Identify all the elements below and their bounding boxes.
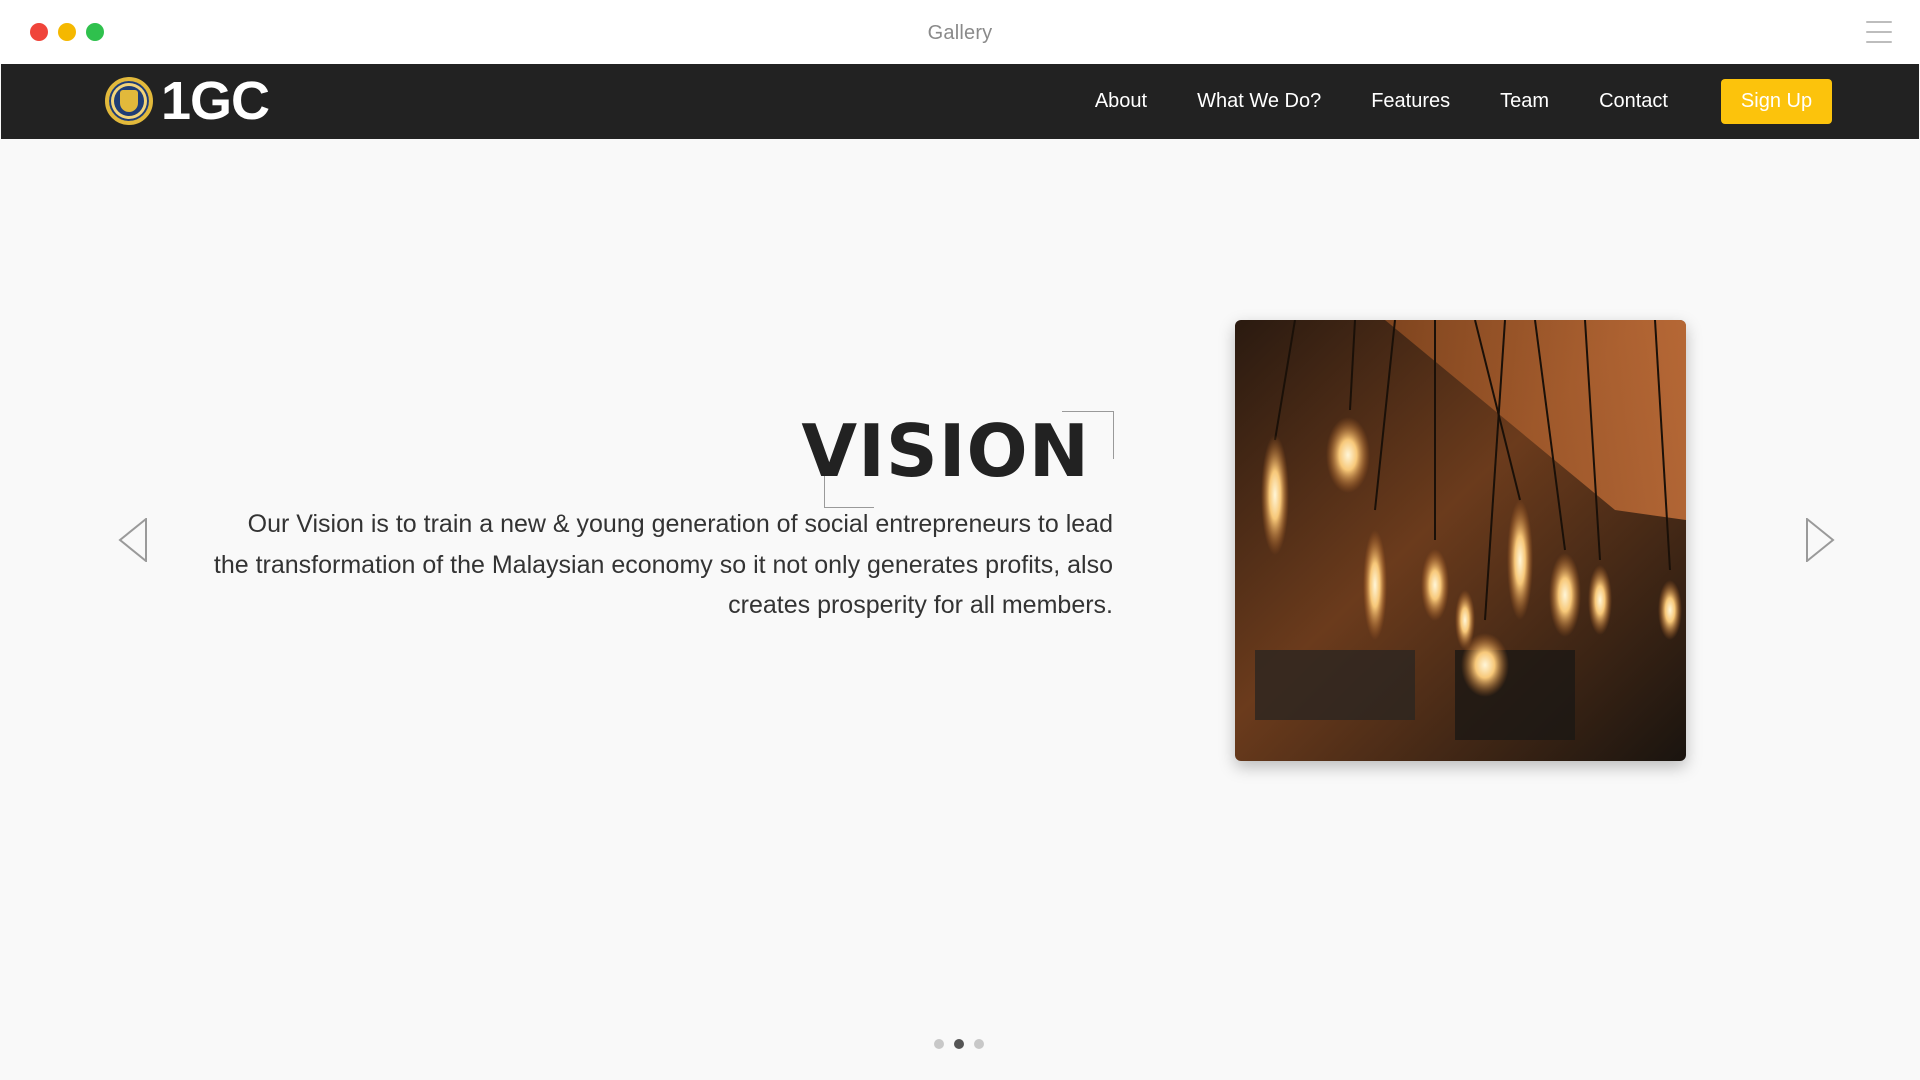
slide-title: VISION bbox=[801, 409, 1090, 493]
nav-contact-link[interactable]: Contact bbox=[1599, 90, 1668, 113]
brand-name: 1GC bbox=[161, 71, 270, 131]
nav-features-link[interactable]: Features bbox=[1371, 90, 1450, 113]
triangle-right-icon bbox=[1806, 516, 1835, 564]
hanging-bulbs-image bbox=[1235, 320, 1686, 761]
hanging-bulbs-photo bbox=[1235, 320, 1686, 761]
sign-up-button[interactable]: Sign Up bbox=[1721, 79, 1832, 124]
pagination-dot-2[interactable] bbox=[954, 1039, 964, 1049]
window-title: Gallery bbox=[927, 22, 993, 44]
slide-description: Our Vision is to train a new & young gen… bbox=[213, 510, 1113, 619]
menu-icon[interactable] bbox=[1866, 21, 1892, 43]
nav-team-link[interactable]: Team bbox=[1500, 90, 1549, 113]
pagination-dot-3[interactable] bbox=[974, 1039, 984, 1049]
seal-logo-icon bbox=[105, 77, 153, 125]
pagination-dot-1[interactable] bbox=[934, 1039, 944, 1049]
title-bar: Gallery bbox=[0, 0, 1920, 64]
vision-heading: VISION bbox=[801, 409, 1114, 508]
slide-pagination bbox=[934, 1039, 984, 1049]
next-slide-button[interactable] bbox=[1805, 516, 1835, 567]
triangle-left-icon bbox=[118, 516, 147, 564]
browser-window: Gallery 1GC About What We Do? Features T… bbox=[0, 0, 1920, 1080]
nav-about-link[interactable]: About bbox=[1095, 90, 1147, 113]
brand-logo[interactable]: 1GC bbox=[105, 71, 270, 131]
previous-slide-button[interactable] bbox=[118, 516, 148, 567]
nav-what-we-do-link[interactable]: What We Do? bbox=[1197, 90, 1321, 113]
vision-slide: VISION Our Vision is to train a new & yo… bbox=[0, 139, 1920, 1080]
nav-links: About What We Do? Features Team Contact … bbox=[1095, 64, 1919, 139]
navbar: 1GC About What We Do? Features Team Cont… bbox=[1, 64, 1919, 139]
